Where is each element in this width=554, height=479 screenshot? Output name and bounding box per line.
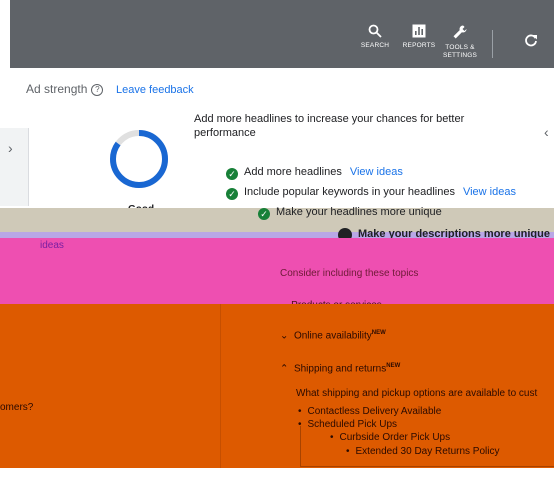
suggestion-row: ✓ Make your headlines more unique [258, 206, 442, 220]
wrench-icon [453, 25, 467, 39]
chevron-right-icon[interactable]: › [8, 140, 13, 156]
topic-bullet[interactable]: Contactless Delivery Available [298, 406, 442, 417]
search-label: SEARCH [360, 42, 390, 49]
bullet-group-border [300, 426, 554, 467]
search-icon [368, 24, 382, 38]
check-circle-icon: ✓ [226, 168, 238, 180]
reports-icon [412, 24, 426, 38]
consider-topics-heading: Consider including these topics [280, 268, 419, 279]
check-circle-icon: ✓ [226, 188, 238, 200]
left-side-panel [0, 128, 29, 206]
top-toolbar: SEARCH REPORTS TOOLS & SETTINGS [10, 0, 554, 68]
chevron-down-icon: ⌄ [280, 330, 289, 342]
chevron-left-icon[interactable]: ‹ [544, 124, 549, 140]
toolbar-divider [492, 30, 493, 58]
suggestion-row: ✓ Include popular keywords in your headli… [226, 186, 516, 200]
chevron-up-icon: ⌃ [280, 363, 289, 375]
new-badge: NEW [386, 363, 401, 369]
truncated-text: omers? [0, 402, 34, 413]
leave-feedback-link[interactable]: Leave feedback [116, 84, 194, 96]
bottom-edge [0, 468, 554, 479]
suggestion-text: Include popular keywords in your headlin… [244, 186, 455, 198]
suggestion-row: ✓ Add more headlines View ideas [226, 166, 403, 180]
refresh-icon[interactable] [524, 34, 538, 48]
tools-label-2: SETTINGS [442, 52, 478, 59]
ad-strength-ring [110, 130, 168, 188]
view-ideas-link[interactable]: View ideas [350, 166, 403, 178]
ideas-label: ideas [40, 240, 64, 251]
topic-online-availability[interactable]: ⌄ Online availabilityNEW [280, 330, 386, 341]
help-icon[interactable]: ? [91, 84, 104, 96]
ad-strength-heading: Ad strength? [26, 82, 104, 96]
view-ideas-link[interactable]: View ideas [463, 186, 516, 198]
new-badge: NEW [371, 330, 386, 336]
check-circle-icon: ✓ [258, 208, 270, 220]
topic-label: Shipping and returns [293, 363, 387, 375]
suggestion-text: Add more headlines [244, 166, 342, 178]
reports-label: REPORTS [402, 42, 436, 49]
topic-question: What shipping and pickup options are ava… [296, 388, 538, 399]
topic-shipping-and-returns[interactable]: ⌃ Shipping and returnsNEW [280, 363, 400, 374]
suggestion-text: Make your headlines more unique [276, 206, 442, 218]
tools-settings-tool[interactable]: TOOLS & SETTINGS [432, 24, 488, 60]
panel-divider [220, 304, 221, 479]
distorted-band [0, 238, 554, 304]
tools-label-1: TOOLS & [445, 44, 475, 51]
ad-strength-label: Ad strength [26, 82, 88, 96]
ad-strength-intro: Add more headlines to increase your chan… [194, 113, 465, 139]
topic-label: Online availability [293, 330, 372, 342]
